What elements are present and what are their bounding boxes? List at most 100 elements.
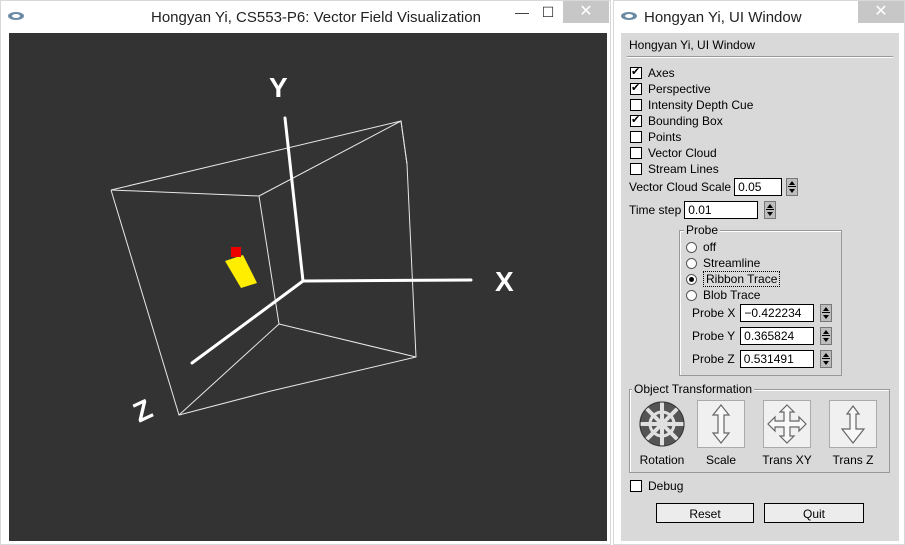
ui-window: Hongyan Yi, UI Window ✕ Hongyan Yi, UI W… xyxy=(613,0,905,545)
ui-window-title: Hongyan Yi, UI Window xyxy=(644,9,802,26)
probe-z-input[interactable]: 0.531491 xyxy=(739,350,814,368)
probe-z-row: Probe Z 0.531491 xyxy=(692,350,832,368)
checkbox-label: Points xyxy=(648,130,682,144)
close-button[interactable]: ✕ xyxy=(858,1,904,23)
checkbox-box[interactable] xyxy=(630,81,642,95)
radio-label: Blob Trace xyxy=(703,288,761,302)
y-axis-label: Y xyxy=(269,72,288,103)
rotation-sphere-icon xyxy=(639,401,685,447)
probe-y-spinner[interactable] xyxy=(820,327,833,345)
probe-option-off[interactable]: off xyxy=(686,240,716,254)
checkbox-box[interactable] xyxy=(630,131,642,143)
maximize-button[interactable]: ☐ xyxy=(533,1,563,23)
gl-window: Hongyan Yi, CS553-P6: Vector Field Visua… xyxy=(0,0,611,545)
time-step-label: Time step xyxy=(629,203,682,217)
vector-cloud-scale-row: Vector Cloud Scale 0.05 xyxy=(629,178,799,196)
x-axis xyxy=(301,278,473,283)
vector-cloud-scale-label: Vector Cloud Scale xyxy=(629,180,732,194)
intensity-depth-cue-checkbox[interactable]: Intensity Depth Cue xyxy=(630,98,753,112)
divider xyxy=(627,56,893,58)
checkbox-box[interactable] xyxy=(630,480,642,492)
radio-label: Streamline xyxy=(703,256,761,270)
scale-button[interactable] xyxy=(697,400,745,448)
probe-y-input[interactable]: 0.365824 xyxy=(740,327,815,345)
scale-label: Scale xyxy=(705,453,737,467)
axes-checkbox[interactable]: Axes xyxy=(630,65,675,80)
probe-y-label: Probe Y xyxy=(692,329,736,343)
z-axis-label: Z xyxy=(128,393,157,428)
close-button[interactable]: ✕ xyxy=(563,1,609,23)
scale-arrows-icon xyxy=(711,404,731,444)
translate-xy-icon xyxy=(767,404,807,444)
gl-window-title: Hongyan Yi, CS553-P6: Vector Field Visua… xyxy=(151,9,481,26)
time-step-input[interactable]: 0.01 xyxy=(684,201,759,219)
time-step-row: Time step 0.01 xyxy=(629,201,777,219)
trans-xy-label: Trans XY xyxy=(762,453,812,467)
ui-panel: Hongyan Yi, UI Window Axes Perspective I… xyxy=(621,33,899,541)
probe-option-ribbon-trace[interactable]: Ribbon Trace xyxy=(686,271,781,287)
radio-button[interactable] xyxy=(686,289,697,301)
ui-window-titlebar[interactable]: Hongyan Yi, UI Window ✕ xyxy=(614,1,904,33)
radio-button[interactable] xyxy=(686,257,697,269)
gl-window-titlebar[interactable]: Hongyan Yi, CS553-P6: Vector Field Visua… xyxy=(1,1,610,33)
stream-lines-checkbox[interactable]: Stream Lines xyxy=(630,162,719,176)
y-axis xyxy=(283,116,305,283)
checkbox-label: Axes xyxy=(648,66,675,80)
vector-field-scene[interactable]: Y X Z xyxy=(9,33,607,541)
vector-cloud-checkbox[interactable]: Vector Cloud xyxy=(630,146,717,160)
radio-button[interactable] xyxy=(686,273,697,285)
time-step-spinner[interactable] xyxy=(764,201,777,219)
probe-option-blob-trace[interactable]: Blob Trace xyxy=(686,288,760,302)
reset-button[interactable]: Reset xyxy=(656,503,754,523)
object-transformation-group: Object Transformation Rotation Scale Tra… xyxy=(629,382,890,473)
probe-x-label: Probe X xyxy=(692,306,736,320)
probe-group-title: Probe xyxy=(684,223,721,237)
debug-checkbox[interactable]: Debug xyxy=(630,479,683,493)
z-axis xyxy=(190,279,305,365)
probe-group: Probe off Streamline Ribbon Trace Blob T… xyxy=(679,223,842,376)
checkbox-box[interactable] xyxy=(630,99,642,111)
ribbon-trace-probe xyxy=(225,247,257,288)
axes xyxy=(190,116,473,365)
perspective-checkbox[interactable]: Perspective xyxy=(630,81,711,96)
translate-z-icon xyxy=(840,405,866,444)
axis-labels: Y X Z xyxy=(128,72,514,428)
radio-label: off xyxy=(703,240,717,254)
checkbox-label: Perspective xyxy=(648,82,711,96)
trans-z-label: Trans Z xyxy=(832,453,874,467)
panel-header: Hongyan Yi, UI Window xyxy=(629,38,756,52)
checkbox-box[interactable] xyxy=(630,113,642,127)
trans-xy-button[interactable] xyxy=(763,400,811,448)
vector-cloud-scale-spinner[interactable] xyxy=(786,178,799,196)
gl-viewport[interactable]: Y X Z xyxy=(9,33,607,541)
probe-option-streamline[interactable]: Streamline xyxy=(686,256,760,270)
vector-cloud-scale-input[interactable]: 0.05 xyxy=(734,178,783,196)
x-axis-label: X xyxy=(495,266,514,297)
checkbox-label: Debug xyxy=(648,479,684,493)
radio-button[interactable] xyxy=(686,241,697,253)
checkbox-label: Stream Lines xyxy=(648,162,719,176)
window-app-icon xyxy=(621,12,637,20)
probe-z-label: Probe Z xyxy=(692,352,735,366)
probe-z-spinner[interactable] xyxy=(819,350,832,368)
bounding-box-checkbox[interactable]: Bounding Box xyxy=(630,113,723,128)
probe-x-input[interactable]: −0.422234 xyxy=(740,304,815,322)
checkbox-box[interactable] xyxy=(630,163,642,175)
checkbox-box[interactable] xyxy=(630,65,642,79)
probe-x-spinner[interactable] xyxy=(820,304,833,322)
quit-button[interactable]: Quit xyxy=(764,503,864,523)
rotation-label: Rotation xyxy=(639,453,685,467)
probe-x-row: Probe X −0.422234 xyxy=(692,304,833,322)
radio-label: Ribbon Trace xyxy=(703,271,781,287)
checkbox-label: Intensity Depth Cue xyxy=(648,98,754,112)
checkbox-label: Vector Cloud xyxy=(648,146,717,160)
points-checkbox[interactable]: Points xyxy=(630,130,681,144)
window-app-icon xyxy=(8,12,24,20)
checkbox-box[interactable] xyxy=(630,147,642,159)
rotation-button[interactable] xyxy=(638,400,686,448)
bounding-box xyxy=(110,120,417,416)
checkbox-label: Bounding Box xyxy=(648,114,723,128)
object-transformation-title: Object Transformation xyxy=(632,382,755,396)
probe-y-row: Probe Y 0.365824 xyxy=(692,327,833,345)
trans-z-button[interactable] xyxy=(829,400,877,448)
